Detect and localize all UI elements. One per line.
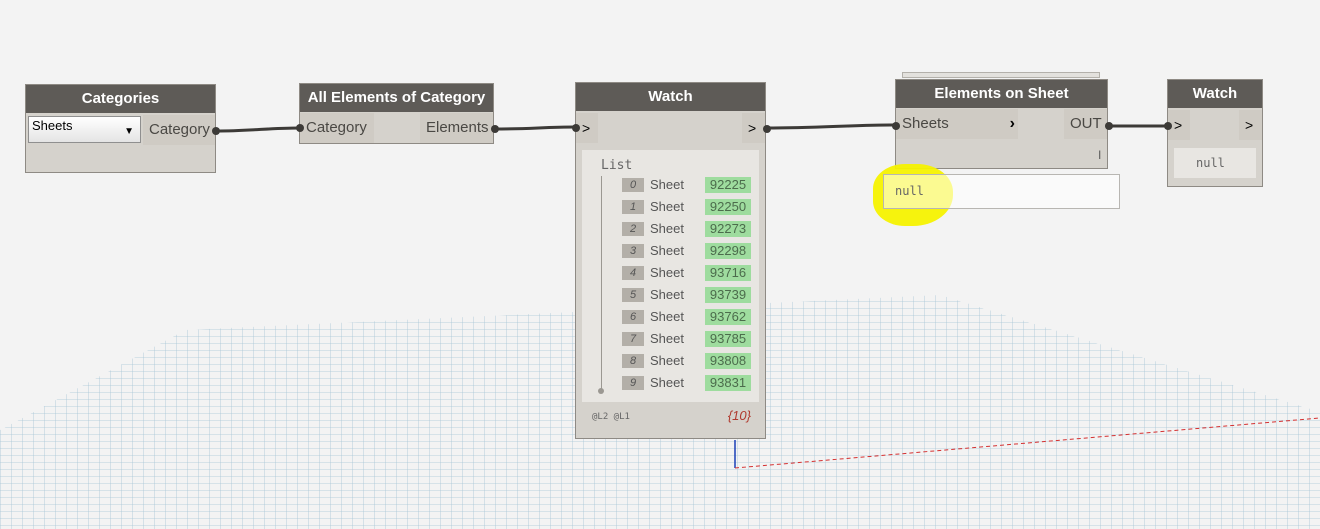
- item-value: 93716: [705, 265, 751, 281]
- item-label: Sheet: [650, 287, 684, 302]
- input-connector[interactable]: [1164, 122, 1172, 130]
- watch-value-panel: null: [1174, 148, 1256, 178]
- item-label: Sheet: [650, 199, 684, 214]
- item-value: 93785: [705, 331, 751, 347]
- item-count: {10}: [727, 408, 751, 423]
- watch-node[interactable]: Watch > > List 0 Sheet 92225 1 Sheet 92250 2 Sh…: [572, 82, 771, 439]
- item-index: 1: [622, 200, 644, 214]
- item-index: 6: [622, 310, 644, 324]
- input-port-sheets[interactable]: Sheets ›: [896, 109, 1018, 139]
- item-value: 92298: [705, 243, 751, 259]
- category-dropdown[interactable]: Sheets ▼: [28, 116, 141, 143]
- output-connector[interactable]: [1105, 122, 1113, 130]
- wire-watch-to-elements-on-sheet: [765, 123, 897, 130]
- output-port[interactable]: >: [1239, 110, 1262, 140]
- dropdown-value: Sheets: [32, 118, 73, 133]
- list-item: 2 Sheet 92273: [582, 220, 759, 238]
- watch-list-panel[interactable]: List 0 Sheet 92225 1 Sheet 92250 2 Sheet 92273 3 S…: [582, 150, 759, 402]
- list-item: 7 Sheet 93785: [582, 330, 759, 348]
- item-index: 3: [622, 244, 644, 258]
- item-index: 2: [622, 222, 644, 236]
- node-title: All Elements of Category: [300, 84, 493, 112]
- list-label: List: [601, 158, 633, 173]
- output-connector[interactable]: [763, 125, 771, 133]
- categories-node[interactable]: Categories Sheets ▼ Category: [25, 84, 220, 173]
- input-connector[interactable]: [572, 124, 580, 132]
- item-index: 7: [622, 332, 644, 346]
- item-value: 93831: [705, 375, 751, 391]
- node-stack-shadow: [902, 72, 1100, 78]
- node-title: Watch: [1168, 80, 1262, 108]
- item-index: 8: [622, 354, 644, 368]
- item-value: 93808: [705, 353, 751, 369]
- output-port-out[interactable]: OUT: [1064, 109, 1107, 139]
- item-label: Sheet: [650, 353, 684, 368]
- watch-footer: @L2 @L1 {10}: [582, 404, 759, 430]
- item-value: 92250: [705, 199, 751, 215]
- all-elements-of-category-node[interactable]: All Elements of Category Category Elemen…: [296, 83, 499, 144]
- output-connector[interactable]: [212, 127, 220, 135]
- dropdown-arrow-icon: ▼: [124, 126, 134, 137]
- list-item: 1 Sheet 92250: [582, 198, 759, 216]
- chevron-right-icon: ›: [1009, 115, 1015, 132]
- item-value: 92225: [705, 177, 751, 193]
- watch-node-2[interactable]: Watch > > null: [1164, 79, 1263, 187]
- item-value: 93762: [705, 309, 751, 325]
- wire-categories-to-all-elements: [215, 126, 301, 133]
- list-levels: @L2 @L1: [592, 412, 630, 422]
- node-title: Watch: [576, 83, 765, 111]
- item-label: Sheet: [650, 331, 684, 346]
- list-item: 8 Sheet 93808: [582, 352, 759, 370]
- preview-value: null: [895, 184, 924, 198]
- lacing-indicator[interactable]: l: [1098, 148, 1101, 162]
- item-label: Sheet: [650, 177, 684, 192]
- list-item: 4 Sheet 93716: [582, 264, 759, 282]
- output-connector[interactable]: [491, 125, 499, 133]
- list-item: 9 Sheet 93831: [582, 374, 759, 392]
- elements-on-sheet-node[interactable]: Elements on Sheet Sheets › OUT l: [892, 79, 1113, 169]
- list-item: 3 Sheet 92298: [582, 242, 759, 260]
- item-label: Sheet: [650, 375, 684, 390]
- item-label: Sheet: [650, 265, 684, 280]
- watch-value: null: [1196, 156, 1225, 170]
- input-connector[interactable]: [892, 122, 900, 130]
- output-port-category[interactable]: Category: [143, 115, 215, 145]
- wire-all-elements-to-watch: [493, 125, 577, 131]
- item-index: 4: [622, 266, 644, 280]
- item-index: 9: [622, 376, 644, 390]
- list-item: 0 Sheet 92225: [582, 176, 759, 194]
- input-connector[interactable]: [296, 124, 304, 132]
- output-port[interactable]: >: [742, 113, 765, 143]
- item-value: 92273: [705, 221, 751, 237]
- output-port-elements[interactable]: Elements: [420, 113, 493, 143]
- item-label: Sheet: [650, 221, 684, 236]
- item-index: 5: [622, 288, 644, 302]
- list-item: 6 Sheet 93762: [582, 308, 759, 326]
- node-preview-bubble[interactable]: null: [883, 174, 1120, 209]
- item-index: 0: [622, 178, 644, 192]
- input-port-category[interactable]: Category: [300, 113, 374, 143]
- node-title: Categories: [26, 85, 215, 113]
- item-label: Sheet: [650, 309, 684, 324]
- item-label: Sheet: [650, 243, 684, 258]
- node-title: Elements on Sheet: [896, 80, 1107, 108]
- list-item: 5 Sheet 93739: [582, 286, 759, 304]
- item-value: 93739: [705, 287, 751, 303]
